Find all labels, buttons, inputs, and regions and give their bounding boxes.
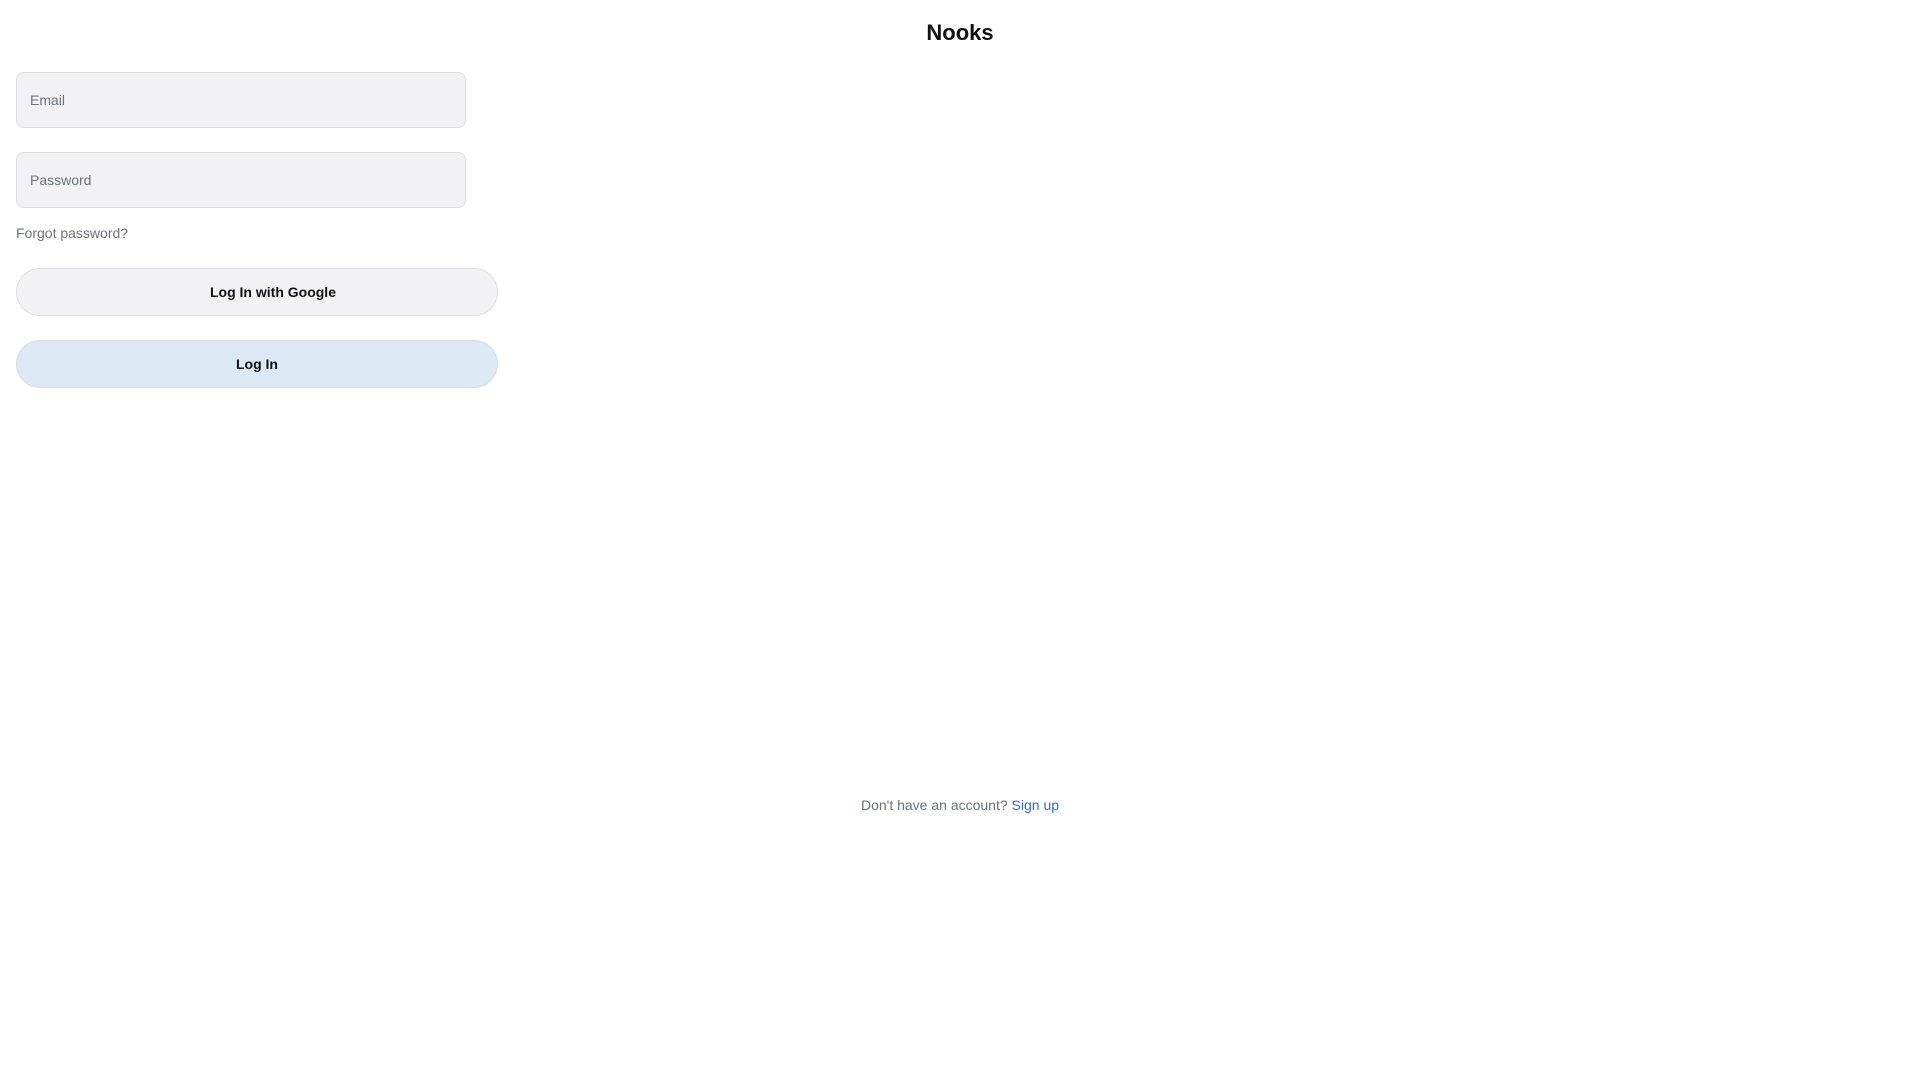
signup-prompt-text: Don't have an account? [860, 797, 1008, 813]
login-page: Nooks Forgot password? Log In with Googl… [0, 0, 1920, 1080]
signup-link[interactable]: Sign up [1012, 797, 1059, 813]
email-field[interactable] [16, 72, 466, 128]
forgot-password-link[interactable]: Forgot password? [16, 224, 128, 242]
login-button-label: Log In [236, 356, 278, 372]
password-field[interactable] [16, 152, 466, 208]
signup-prompt: Don't have an account? Sign up [0, 796, 1920, 814]
page-title: Nooks [926, 20, 994, 45]
login-button[interactable]: Log In [16, 340, 498, 388]
google-login-button[interactable]: Log In with Google [16, 268, 498, 316]
google-login-button-label: Log In with Google [210, 284, 336, 300]
